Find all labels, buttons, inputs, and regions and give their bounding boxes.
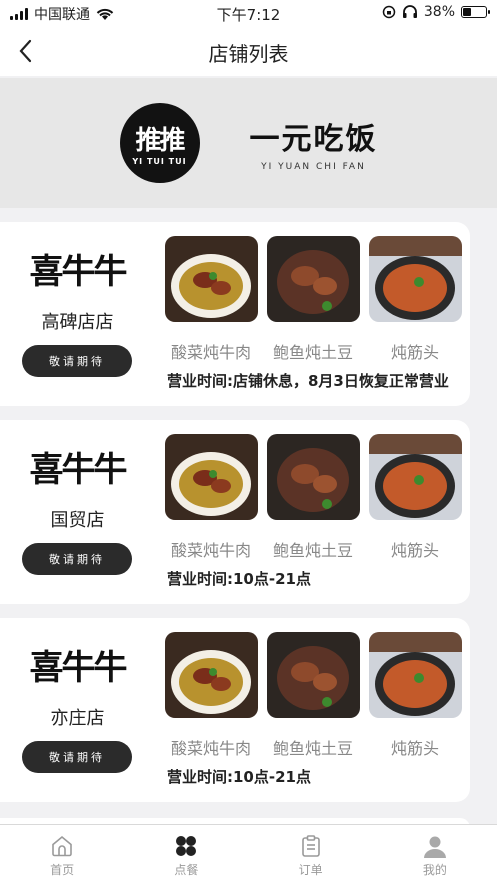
clipboard-icon — [301, 835, 320, 857]
brand-name-en: YI YUAN CHI FAN — [261, 162, 366, 172]
dish-photo — [267, 236, 360, 322]
dish-item[interactable]: 鲍鱼炖土豆 — [267, 434, 360, 560]
dish-photo — [165, 632, 258, 718]
navigation-bar: 店铺列表 — [0, 26, 497, 76]
store-logo: 喜牛牛 — [29, 450, 128, 490]
dish-photo — [267, 632, 360, 718]
brand-banner: 推推 YI TUI TUI 一元吃饭 YI YUAN CHI FAN — [0, 78, 497, 208]
business-hours: 营业时间:店铺休息，8月3日恢复正常营业 — [167, 372, 449, 390]
dish-name: 炖筋头 — [390, 343, 439, 362]
business-hours: 营业时间:10点-21点 — [167, 570, 311, 588]
business-hours: 营业时间:10点-21点 — [167, 768, 311, 786]
dish-photo — [267, 434, 360, 520]
store-logo: 喜牛牛 — [29, 252, 128, 292]
tab-bar: 首页 点餐 订单 我的 — [0, 824, 497, 883]
tab-orders[interactable]: 订单 — [249, 825, 373, 883]
tab-label: 首页 — [50, 863, 75, 877]
dish-item[interactable]: 酸菜炖牛肉 — [165, 632, 258, 758]
dish-item[interactable]: 鲍鱼炖土豆 — [267, 632, 360, 758]
page-title: 店铺列表 — [208, 42, 289, 66]
dish-photo — [369, 434, 462, 520]
tab-label: 点餐 — [174, 863, 199, 877]
dish-item[interactable]: 酸菜炖牛肉 — [165, 236, 258, 362]
store-card[interactable]: 喜牛牛 高碑店店 敬请期待 酸菜炖牛肉 鲍鱼炖土豆 炖筋头 营业时间:店铺休息，… — [0, 222, 470, 406]
brand-name: 一元吃饭 YI YUAN CHI FAN — [250, 114, 378, 172]
brand-logo: 推推 YI TUI TUI — [119, 103, 200, 183]
user-icon — [423, 836, 446, 858]
store-name: 亦庄店 — [50, 708, 105, 729]
dish-photo — [165, 434, 258, 520]
dish-item[interactable]: 炖筋头 — [369, 632, 462, 758]
battery-percent: 38% — [423, 4, 455, 20]
battery-icon — [461, 6, 490, 18]
dish-name: 炖筋头 — [390, 541, 439, 560]
headphones-icon — [402, 5, 417, 18]
coming-soon-button[interactable]: 敬请期待 — [22, 543, 132, 575]
tab-home[interactable]: 首页 — [0, 825, 124, 883]
order-food-icon — [176, 836, 197, 856]
dish-item[interactable]: 鲍鱼炖土豆 — [267, 236, 360, 362]
dish-photo — [165, 236, 258, 322]
rotation-lock-icon — [382, 5, 396, 19]
tab-profile[interactable]: 我的 — [373, 825, 497, 883]
brand-logo-subtext: YI TUI TUI — [132, 157, 187, 166]
dish-photo — [369, 236, 462, 322]
tab-label: 订单 — [298, 863, 323, 877]
home-icon — [52, 835, 72, 857]
dish-item[interactable]: 炖筋头 — [369, 434, 462, 560]
coming-soon-button[interactable]: 敬请期待 — [22, 741, 132, 773]
store-card[interactable]: 喜牛牛 国贸店 敬请期待 酸菜炖牛肉 鲍鱼炖土豆 炖筋头 营业时间:10点-21… — [0, 420, 470, 604]
dish-photo — [369, 632, 462, 718]
brand-name-cn: 一元吃饭 — [249, 122, 378, 157]
status-bar: 中国联通 下午7:12 38% — [0, 0, 497, 26]
store-card[interactable]: 喜牛牛 亦庄店 敬请期待 酸菜炖牛肉 鲍鱼炖土豆 炖筋头 营业时间:10点-21… — [0, 618, 470, 802]
store-name: 国贸店 — [50, 510, 105, 531]
dish-name: 炖筋头 — [390, 739, 439, 758]
store-name: 高碑店店 — [41, 312, 114, 333]
dish-item[interactable]: 炖筋头 — [369, 236, 462, 362]
tab-order-food[interactable]: 点餐 — [124, 825, 248, 883]
coming-soon-button[interactable]: 敬请期待 — [22, 345, 132, 377]
dish-item[interactable]: 酸菜炖牛肉 — [165, 434, 258, 560]
store-logo: 喜牛牛 — [29, 648, 128, 688]
tab-label: 我的 — [422, 863, 447, 877]
brand-logo-text: 推推 — [135, 126, 185, 156]
